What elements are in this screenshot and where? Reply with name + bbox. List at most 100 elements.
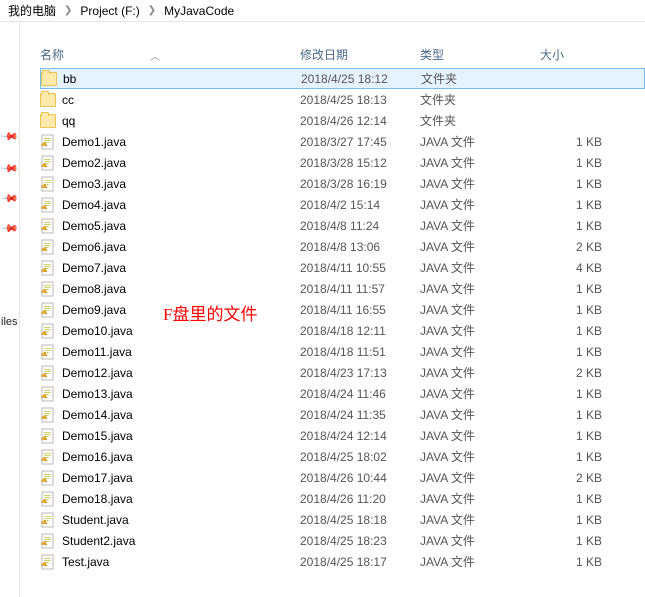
breadcrumb-item-drive[interactable]: Project (F:) xyxy=(80,4,139,18)
breadcrumb-item-folder[interactable]: MyJavaCode xyxy=(164,4,234,18)
java-file-icon xyxy=(40,134,56,150)
file-date-cell: 2018/4/26 10:44 xyxy=(300,471,420,485)
pin-icon: 📌 xyxy=(0,219,19,238)
file-type-cell: JAVA 文件 xyxy=(420,301,540,318)
table-row[interactable]: Demo6.java2018/4/8 13:06JAVA 文件2 KB xyxy=(40,236,645,257)
file-date-cell: 2018/4/25 18:12 xyxy=(301,72,421,86)
quick-access-gutter: 📌 📌 📌 📌 iles xyxy=(0,22,20,597)
file-name-cell: Demo1.java xyxy=(40,134,300,150)
file-size-cell: 1 KB xyxy=(540,534,610,548)
file-type-cell: JAVA 文件 xyxy=(420,280,540,297)
file-name-cell: Demo4.java xyxy=(40,197,300,213)
file-name-label: qq xyxy=(62,114,75,128)
table-row[interactable]: qq 2018/4/26 12:14文件夹 xyxy=(40,110,645,131)
file-name-label: Student2.java xyxy=(62,534,135,548)
table-row[interactable]: Student.java2018/4/25 18:18JAVA 文件1 KB xyxy=(40,509,645,530)
file-size-cell: 4 KB xyxy=(540,261,610,275)
file-date-cell: 2018/4/25 18:02 xyxy=(300,450,420,464)
file-type-cell: JAVA 文件 xyxy=(420,364,540,381)
table-row[interactable]: Demo7.java2018/4/11 10:55JAVA 文件4 KB xyxy=(40,257,645,278)
file-size-cell: 1 KB xyxy=(540,450,610,464)
file-size-cell: 1 KB xyxy=(540,219,610,233)
file-type-cell: JAVA 文件 xyxy=(420,196,540,213)
table-row[interactable]: Demo15.java2018/4/24 12:14JAVA 文件1 KB xyxy=(40,425,645,446)
table-row[interactable]: cc2018/4/25 18:13文件夹 xyxy=(40,89,645,110)
file-name-label: Demo3.java xyxy=(62,177,126,191)
table-row[interactable]: Demo4.java2018/4/2 15:14JAVA 文件1 KB xyxy=(40,194,645,215)
column-header-name[interactable]: 名称 ︿ xyxy=(40,46,300,63)
file-type-cell: JAVA 文件 xyxy=(420,343,540,360)
file-size-cell: 1 KB xyxy=(540,513,610,527)
breadcrumb-item-root[interactable]: 我的电脑 xyxy=(8,2,56,19)
table-row[interactable]: Demo9.java2018/4/11 16:55JAVA 文件1 KB xyxy=(40,299,645,320)
chevron-right-icon: ❯ xyxy=(64,5,72,16)
file-date-cell: 2018/4/26 12:14 xyxy=(300,114,420,128)
column-header-type[interactable]: 类型 xyxy=(420,46,540,63)
file-name-cell: Demo15.java xyxy=(40,428,300,444)
file-size-cell: 1 KB xyxy=(540,387,610,401)
file-name-cell: Demo14.java xyxy=(40,407,300,423)
table-row[interactable]: Demo10.java2018/4/18 12:11JAVA 文件1 KB xyxy=(40,320,645,341)
file-type-cell: JAVA 文件 xyxy=(420,553,540,570)
table-row[interactable]: Test.java2018/4/25 18:17JAVA 文件1 KB xyxy=(40,551,645,572)
java-file-icon xyxy=(40,491,56,507)
file-name-label: Demo13.java xyxy=(62,387,133,401)
file-name-cell: Demo10.java xyxy=(40,323,300,339)
file-type-cell: JAVA 文件 xyxy=(420,238,540,255)
table-row[interactable]: Demo2.java2018/3/28 15:12JAVA 文件1 KB xyxy=(40,152,645,173)
table-row[interactable]: Demo1.java2018/3/27 17:45JAVA 文件1 KB xyxy=(40,131,645,152)
file-name-cell: Test.java xyxy=(40,554,300,570)
breadcrumb[interactable]: 我的电脑 ❯ Project (F:) ❯ MyJavaCode xyxy=(0,0,645,22)
file-date-cell: 2018/4/25 18:17 xyxy=(300,555,420,569)
sort-asc-icon: ︿ xyxy=(150,48,160,63)
file-type-cell: 文件夹 xyxy=(420,112,540,129)
java-file-icon xyxy=(40,386,56,402)
file-name-label: cc xyxy=(62,93,74,107)
file-date-cell: 2018/4/8 11:24 xyxy=(300,219,420,233)
table-row[interactable]: Demo8.java2018/4/11 11:57JAVA 文件1 KB xyxy=(40,278,645,299)
file-name-cell: Demo7.java xyxy=(40,260,300,276)
table-row[interactable]: Student2.java2018/4/25 18:23JAVA 文件1 KB xyxy=(40,530,645,551)
file-name-label: Test.java xyxy=(62,555,109,569)
file-type-cell: 文件夹 xyxy=(421,70,541,87)
file-name-label: Demo14.java xyxy=(62,408,133,422)
file-date-cell: 2018/3/28 15:12 xyxy=(300,156,420,170)
file-date-cell: 2018/4/25 18:23 xyxy=(300,534,420,548)
file-type-cell: JAVA 文件 xyxy=(420,427,540,444)
table-row[interactable]: Demo17.java2018/4/26 10:44JAVA 文件2 KB xyxy=(40,467,645,488)
column-header-date[interactable]: 修改日期 xyxy=(300,46,420,63)
gutter-label: iles xyxy=(1,316,18,328)
java-file-icon xyxy=(40,533,56,549)
file-name-cell: bb xyxy=(41,72,301,86)
pin-icon: 📌 xyxy=(0,127,19,146)
file-name-label: Demo7.java xyxy=(62,261,126,275)
java-file-icon xyxy=(40,302,56,318)
table-row[interactable]: Demo14.java2018/4/24 11:35JAVA 文件1 KB xyxy=(40,404,645,425)
java-file-icon xyxy=(40,407,56,423)
file-type-cell: JAVA 文件 xyxy=(420,448,540,465)
table-row[interactable]: bb 2018/4/25 18:12文件夹 xyxy=(40,68,645,89)
file-size-cell: 1 KB xyxy=(540,177,610,191)
java-file-icon xyxy=(40,281,56,297)
file-date-cell: 2018/4/23 17:13 xyxy=(300,366,420,380)
file-name-label: Demo15.java xyxy=(62,429,133,443)
file-date-cell: 2018/4/26 11:20 xyxy=(300,492,420,506)
file-name-label: Demo11.java xyxy=(62,345,132,359)
file-type-cell: JAVA 文件 xyxy=(420,154,540,171)
file-name-label: bb xyxy=(63,72,76,86)
file-name-cell: Demo13.java xyxy=(40,386,300,402)
table-row[interactable]: Demo16.java2018/4/25 18:02JAVA 文件1 KB xyxy=(40,446,645,467)
file-type-cell: 文件夹 xyxy=(420,91,540,108)
table-row[interactable]: Demo13.java2018/4/24 11:46JAVA 文件1 KB xyxy=(40,383,645,404)
table-row[interactable]: Demo12.java2018/4/23 17:13JAVA 文件2 KB xyxy=(40,362,645,383)
file-name-cell: Demo2.java xyxy=(40,155,300,171)
table-row[interactable]: Demo3.java2018/3/28 16:19JAVA 文件1 KB xyxy=(40,173,645,194)
file-name-label: Demo1.java xyxy=(62,135,126,149)
table-row[interactable]: Demo18.java2018/4/26 11:20JAVA 文件1 KB xyxy=(40,488,645,509)
column-header-size[interactable]: 大小 xyxy=(540,46,610,63)
java-file-icon xyxy=(40,449,56,465)
java-file-icon xyxy=(40,197,56,213)
table-row[interactable]: Demo5.java2018/4/8 11:24JAVA 文件1 KB xyxy=(40,215,645,236)
file-size-cell: 1 KB xyxy=(540,282,610,296)
table-row[interactable]: Demo11.java2018/4/18 11:51JAVA 文件1 KB xyxy=(40,341,645,362)
